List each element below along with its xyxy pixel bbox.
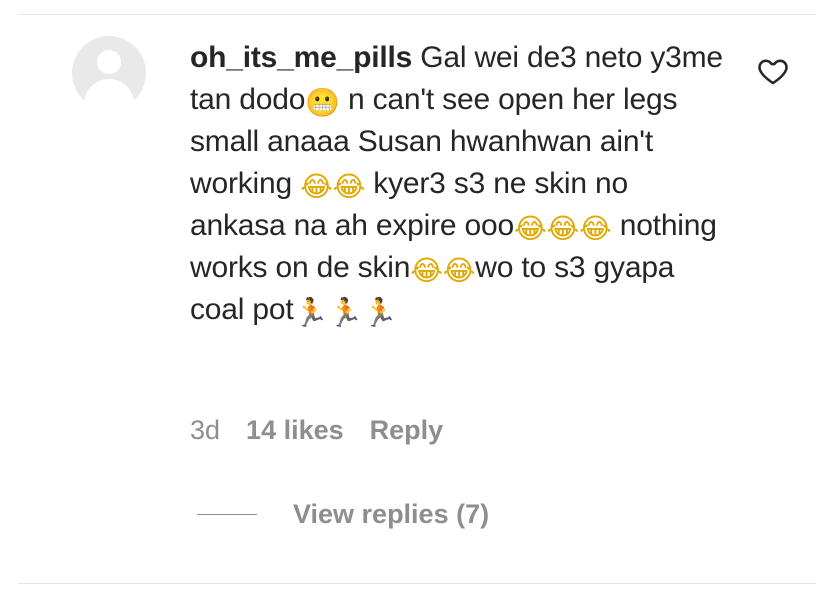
comment-likes[interactable]: 14 likes (246, 412, 344, 448)
comment-meta: 3d 14 likes Reply (190, 412, 443, 448)
laughing-tears-icon: 😂 (332, 170, 366, 203)
comment-text: oh_its_me_pills Gal wei de3 neto y3me ta… (190, 37, 730, 331)
laughing-tears-icon: 😂 (410, 254, 443, 287)
laughing-tears-icon: 😂 (442, 254, 476, 287)
comment-screen: oh_its_me_pills Gal wei de3 neto y3me ta… (0, 0, 816, 597)
view-replies-label: View replies (7) (293, 499, 490, 529)
view-replies-button[interactable]: View replies (7) (197, 496, 489, 532)
laughing-tears-icon: 😂 (546, 212, 580, 245)
running-man-icon: 🏃 (328, 296, 363, 329)
comment-time[interactable]: 3d (190, 412, 220, 448)
comment-message: Gal wei de3 neto y3me tan dodo😬 n can't … (190, 41, 723, 329)
grimacing-face-icon: 😬 (305, 86, 340, 119)
avatar[interactable] (72, 36, 146, 110)
running-man-icon: 🏃 (362, 296, 398, 329)
avatar-placeholder-head (97, 50, 121, 74)
avatar-placeholder-body (84, 79, 134, 110)
comment-username[interactable]: oh_its_me_pills (190, 41, 412, 74)
bottom-divider (18, 583, 816, 584)
laughing-tears-icon: 😂 (513, 212, 547, 245)
comment-item: oh_its_me_pills Gal wei de3 neto y3me ta… (0, 0, 816, 597)
like-button[interactable] (756, 54, 790, 88)
laughing-tears-icon: 😂 (300, 170, 333, 203)
laughing-tears-icon: 😂 (579, 212, 612, 245)
heart-outline-icon (758, 59, 788, 85)
running-man-icon: 🏃 (293, 296, 329, 329)
view-replies-line (197, 513, 257, 515)
reply-button[interactable]: Reply (370, 412, 444, 448)
